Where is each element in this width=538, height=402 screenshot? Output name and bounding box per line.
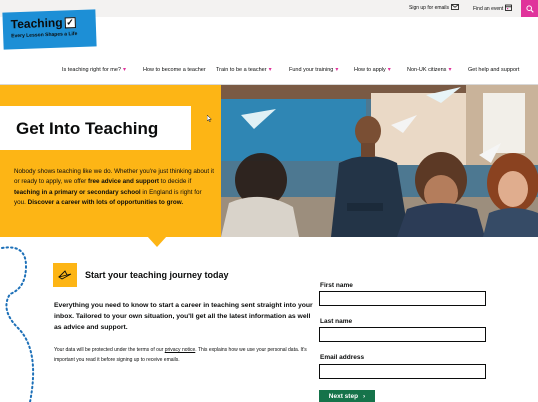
last-name-field[interactable] — [319, 327, 486, 342]
hero-pointer — [147, 236, 167, 247]
chevron-right-icon: › — [363, 392, 366, 400]
checkbox-tick-icon: ✓ — [64, 16, 76, 28]
privacy-notice-link[interactable]: privacy notice — [165, 347, 196, 353]
signup-emails-link[interactable]: Sign up for emails — [409, 4, 459, 12]
chevron-down-icon: ▾ — [123, 67, 127, 73]
nav-item-non-uk-citizens[interactable]: Non-UK citizens ▾ — [407, 67, 451, 73]
paper-plane-icon — [53, 263, 77, 287]
nav-item-label: Non-UK citizens — [407, 67, 447, 73]
envelope-icon — [451, 4, 459, 12]
nav-item-label: Get help and support — [468, 67, 520, 73]
first-name-label: First name — [320, 282, 353, 289]
nav-item-train-to-be[interactable]: Train to be a teacher ▾ — [216, 67, 272, 73]
nav-item-how-to-become[interactable]: How to become a teacher — [143, 67, 206, 73]
find-event-link[interactable]: Find an event — [473, 4, 513, 13]
search-button[interactable] — [521, 0, 538, 17]
chevron-down-icon: ▾ — [448, 67, 452, 73]
nav-item-label: Fund your training — [289, 67, 334, 73]
email-field[interactable] — [319, 364, 486, 379]
last-name-label: Last name — [320, 318, 353, 325]
next-step-button[interactable]: Next step › — [319, 390, 375, 402]
chevron-down-icon: ▾ — [335, 67, 339, 73]
search-icon — [525, 0, 534, 18]
logo-tagline: Every Lesson Shapes a Life — [11, 31, 78, 40]
dotted-path-decoration — [0, 238, 60, 402]
hero-classroom-image — [221, 85, 538, 237]
nav-item-fund-training[interactable]: Fund your training ▾ — [289, 67, 338, 73]
hero-description: Nobody shows teaching like we do. Whethe… — [14, 168, 215, 207]
signup-title: Start your teaching journey today — [85, 270, 229, 280]
nav-item-label: How to become a teacher — [143, 67, 206, 73]
chevron-down-icon: ▾ — [387, 67, 391, 73]
nav-item-get-help[interactable]: Get help and support — [468, 67, 519, 73]
main-navigation: Is teaching right for me? ▾ How to becom… — [0, 67, 538, 77]
email-label: Email address — [320, 354, 365, 361]
calendar-icon — [505, 4, 513, 13]
first-name-field[interactable] — [319, 291, 486, 306]
privacy-statement: Your data will be protected under the te… — [54, 347, 307, 363]
nav-item-is-teaching-right[interactable]: Is teaching right for me? ▾ — [62, 67, 126, 73]
chevron-down-icon: ▾ — [268, 67, 272, 73]
nav-item-how-to-apply[interactable]: How to apply ▾ — [354, 67, 391, 73]
nav-item-label: Is teaching right for me? — [62, 67, 122, 73]
logo-title: Teaching — [10, 15, 63, 32]
signup-emails-label: Sign up for emails — [409, 5, 450, 11]
find-event-label: Find an event — [473, 5, 504, 12]
mouse-cursor-icon — [206, 114, 212, 124]
site-logo[interactable]: Teaching ✓ Every Lesson Shapes a Life — [2, 9, 97, 50]
next-step-label: Next step — [328, 392, 359, 400]
nav-item-label: Train to be a teacher — [216, 67, 267, 73]
signup-intro: Everything you need to know to start a c… — [54, 302, 313, 331]
hero-title-box: Get Into Teaching — [0, 106, 191, 150]
page-title: Get Into Teaching — [16, 119, 159, 138]
nav-item-label: How to apply — [354, 67, 386, 73]
